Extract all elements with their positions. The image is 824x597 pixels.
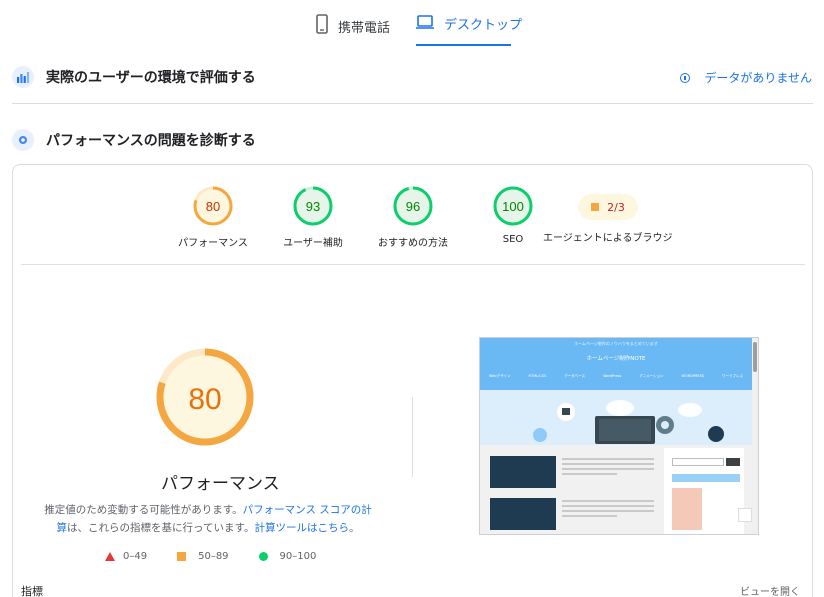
svg-text:96: 96 xyxy=(406,199,420,214)
thumb-nav-item: HTML/CSS xyxy=(528,374,547,378)
legend-good-label: 90–100 xyxy=(279,551,317,562)
svg-text:80: 80 xyxy=(188,383,221,416)
legend-poor: 0–49 xyxy=(105,551,147,562)
thumb-nav-item: WORDPRESS xyxy=(681,374,705,378)
thumb-site-title: ホームページ制作NOTE xyxy=(586,356,646,362)
thumb-subtitle: ホームページ制作のノウハウをまとめています xyxy=(574,341,658,346)
device-tabs: 携帯電話 デスクトップ xyxy=(0,0,824,48)
diagnose-title: パフォーマンスの問題を診断する xyxy=(46,133,256,149)
agentic-browsing-label: エージェントによるブラウジング xyxy=(543,233,673,244)
website-screenshot: ホームページ制作のノウハウをまとめています ホームページ制作NOTE Webデザ… xyxy=(479,337,759,535)
thumb-nav: Webデザイン HTML/CSS データベース WordPress アニメーショ… xyxy=(480,374,752,379)
category-gauges: 80 パフォーマンス 93 ユーザー補助 96 おすすめの方法 100 SEO … xyxy=(13,185,814,255)
thumb-nav-item: WordPress xyxy=(603,374,622,378)
thumb-article-image xyxy=(490,498,556,530)
thumb-article-image xyxy=(490,456,556,488)
desc-text-1: 推定値のため変動する可能性があります。 xyxy=(44,504,243,516)
recaptcha-icon xyxy=(738,508,752,522)
tab-desktop-label: デスクトップ xyxy=(444,18,523,33)
report-card: 80 パフォーマンス 93 ユーザー補助 96 おすすめの方法 100 SEO … xyxy=(12,164,813,597)
thumb-nav-item: Webデザイン xyxy=(488,374,511,378)
thumb-nav-item: データベース xyxy=(564,374,586,378)
tab-mobile[interactable]: 携帯電話 xyxy=(316,14,390,38)
field-data-title: 実際のユーザーの環境で評価する xyxy=(46,70,256,86)
svg-text:100: 100 xyxy=(502,199,524,214)
tab-mobile-label: 携帯電話 xyxy=(338,20,391,36)
desc-text-2: は、これらの指標を基に行っています。 xyxy=(67,522,255,534)
gauge-accessibility-ring: 93 xyxy=(293,186,333,226)
performance-main-gauge: 80 xyxy=(156,348,254,446)
score-description: 推定値のため変動する可能性があります。パフォーマンス スコアの計算は、これらの指… xyxy=(43,501,373,537)
legend-average-label: 50–89 xyxy=(198,551,229,562)
desc-text-3: 。 xyxy=(348,522,360,534)
thumb-header: ホームページ制作のノウハウをまとめています ホームページ制作NOTE Webデザ… xyxy=(480,338,752,390)
thumb-article-text xyxy=(562,500,654,520)
performance-main-label: パフォーマンス xyxy=(161,474,280,494)
legend-poor-label: 0–49 xyxy=(123,551,148,562)
gauge-performance-ring: 80 xyxy=(193,186,233,226)
thumb-scrollbar-thumb xyxy=(753,342,757,372)
red-triangle-icon xyxy=(105,552,115,561)
score-legend: 0–49 50–89 90–100 xyxy=(105,551,346,562)
svg-text:93: 93 xyxy=(306,199,320,214)
svg-text:80: 80 xyxy=(206,199,220,214)
thumb-sidebar-bar xyxy=(672,474,740,482)
info-icon xyxy=(680,72,691,83)
field-data-header: 実際のユーザーの環境で評価する データがありません xyxy=(12,62,812,92)
legend-good: 90–100 xyxy=(258,551,317,562)
thumb-nav-item: ワードプレス xyxy=(722,374,744,378)
tab-desktop[interactable]: デスクトップ xyxy=(416,14,522,33)
legend-average: 50–89 xyxy=(177,551,229,562)
no-data-notice[interactable]: データがありません xyxy=(680,69,812,86)
desktop-icon xyxy=(416,14,434,33)
gauge-agentic-browsing[interactable]: 2/3 エージェントによるブラウジング xyxy=(543,185,673,244)
expand-view-toggle[interactable]: ビューを開く xyxy=(740,583,800,597)
average-square-icon xyxy=(591,203,600,211)
thumb-hero-illustration xyxy=(480,390,752,445)
no-data-label: データがありません xyxy=(704,71,812,85)
gauge-best-practices-ring: 96 xyxy=(393,186,433,226)
gauge-seo-ring: 100 xyxy=(493,186,533,226)
diagnose-header: パフォーマンスの問題を診断する xyxy=(12,125,812,155)
calculator-link[interactable]: 計算ツールはこちら xyxy=(254,522,349,534)
smartphone-icon xyxy=(316,14,328,38)
green-circle-icon xyxy=(258,552,268,561)
active-tab-indicator xyxy=(416,44,511,46)
thumb-search-box xyxy=(672,458,724,466)
thumb-profile-image xyxy=(672,488,702,530)
section-divider xyxy=(12,103,813,104)
vertical-divider xyxy=(412,397,413,477)
agentic-browsing-value: 2/3 xyxy=(607,200,625,214)
card-divider xyxy=(21,264,805,265)
metrics-heading: 指標 xyxy=(21,585,43,597)
lighthouse-icon xyxy=(12,129,34,151)
thumb-search-button xyxy=(726,458,740,466)
agentic-browsing-pill: 2/3 xyxy=(578,194,638,220)
thumb-nav-item: アニメーション xyxy=(639,374,664,378)
thumb-article-text xyxy=(562,458,654,478)
field-data-icon xyxy=(12,66,34,88)
orange-square-icon xyxy=(177,552,187,561)
